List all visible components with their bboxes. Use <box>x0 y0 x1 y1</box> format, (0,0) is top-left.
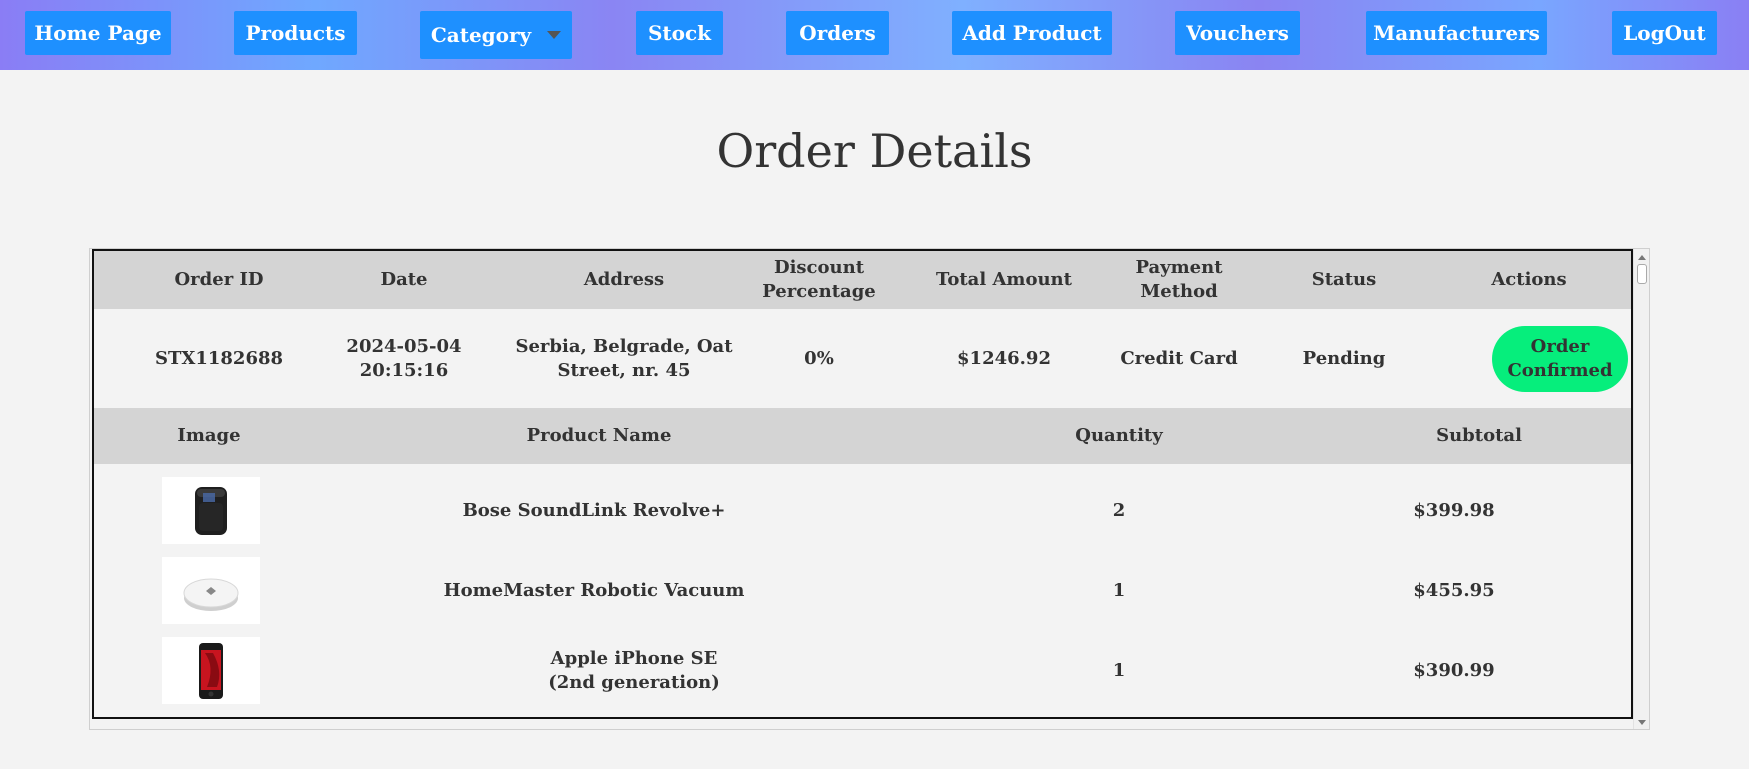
robot-vacuum-icon <box>183 578 239 611</box>
order-details-table: Order ID Date Address Discount Percentag… <box>92 249 1633 719</box>
nav-logout-button[interactable]: LogOut <box>1612 11 1717 55</box>
col-status: Status <box>1311 269 1377 290</box>
product-quantity: 1 <box>1112 579 1126 601</box>
speaker-icon <box>195 486 227 535</box>
order-header-row: Order ID Date Address Discount Percentag… <box>94 251 1631 309</box>
order-address-value: Serbia, Belgrade, Oat Street, nr. 45 <box>515 336 733 381</box>
product-name: HomeMaster Robotic Vacuum <box>443 579 745 601</box>
smartphone-icon <box>199 642 223 699</box>
nav-orders-button[interactable]: Orders <box>786 11 889 55</box>
col-address: Address <box>583 269 665 290</box>
col-product-name: Product Name <box>526 425 672 446</box>
product-subtotal: $399.98 <box>1413 499 1495 521</box>
product-name: Apple iPhone SE (2nd generation) <box>548 647 720 693</box>
order-status-value: Pending <box>1302 348 1386 369</box>
col-actions: Actions <box>1491 269 1567 290</box>
nav-category-dropdown[interactable]: Category <box>420 11 572 59</box>
top-navbar: Home Page Products Category Stock Orders… <box>0 0 1749 70</box>
nav-vouchers-button[interactable]: Vouchers <box>1175 11 1300 55</box>
order-confirmed-button[interactable]: Order Confirmed <box>1492 326 1628 392</box>
product-name: Bose SoundLink Revolve+ <box>462 499 726 521</box>
col-subtotal: Subtotal <box>1436 425 1522 446</box>
product-image <box>162 557 260 624</box>
order-payment-value: Credit Card <box>1120 348 1238 369</box>
product-quantity: 1 <box>1112 659 1126 681</box>
order-discount-value: 0% <box>804 348 834 369</box>
table-scrollbar[interactable] <box>1633 249 1649 729</box>
nav-products-button[interactable]: Products <box>234 11 357 55</box>
nav-home-button[interactable]: Home Page <box>25 11 171 55</box>
product-image <box>162 477 260 544</box>
nav-stock-button[interactable]: Stock <box>636 11 723 55</box>
items-header-row: Image Product Name Quantity Subtotal <box>94 408 1631 464</box>
page-title: Order Details <box>716 124 1033 178</box>
col-total: Total Amount <box>936 269 1072 290</box>
chevron-down-icon <box>547 31 562 39</box>
nav-manufacturers-button[interactable]: Manufacturers <box>1366 11 1547 55</box>
col-payment: Payment Method <box>1135 257 1223 302</box>
order-id-value: STX1182688 <box>154 348 284 369</box>
scrollbar-thumb[interactable] <box>1637 264 1647 284</box>
col-image: Image <box>177 425 241 446</box>
product-subtotal: $390.99 <box>1413 659 1495 681</box>
scroll-up-icon[interactable] <box>1638 255 1646 260</box>
product-subtotal: $455.95 <box>1413 579 1495 601</box>
nav-add-product-button[interactable]: Add Product <box>952 11 1112 55</box>
product-image <box>162 637 260 704</box>
order-total-value: $1246.92 <box>957 348 1051 369</box>
col-date: Date <box>380 269 428 290</box>
order-date-value: 2024-05-04 20:15:16 <box>346 336 462 381</box>
product-quantity: 2 <box>1112 499 1126 521</box>
scroll-down-icon[interactable] <box>1638 720 1646 725</box>
col-discount: Discount Percentage <box>762 257 876 302</box>
col-order-id: Order ID <box>174 269 264 290</box>
nav-category-label: Category <box>430 23 532 47</box>
col-quantity: Quantity <box>1075 425 1163 446</box>
